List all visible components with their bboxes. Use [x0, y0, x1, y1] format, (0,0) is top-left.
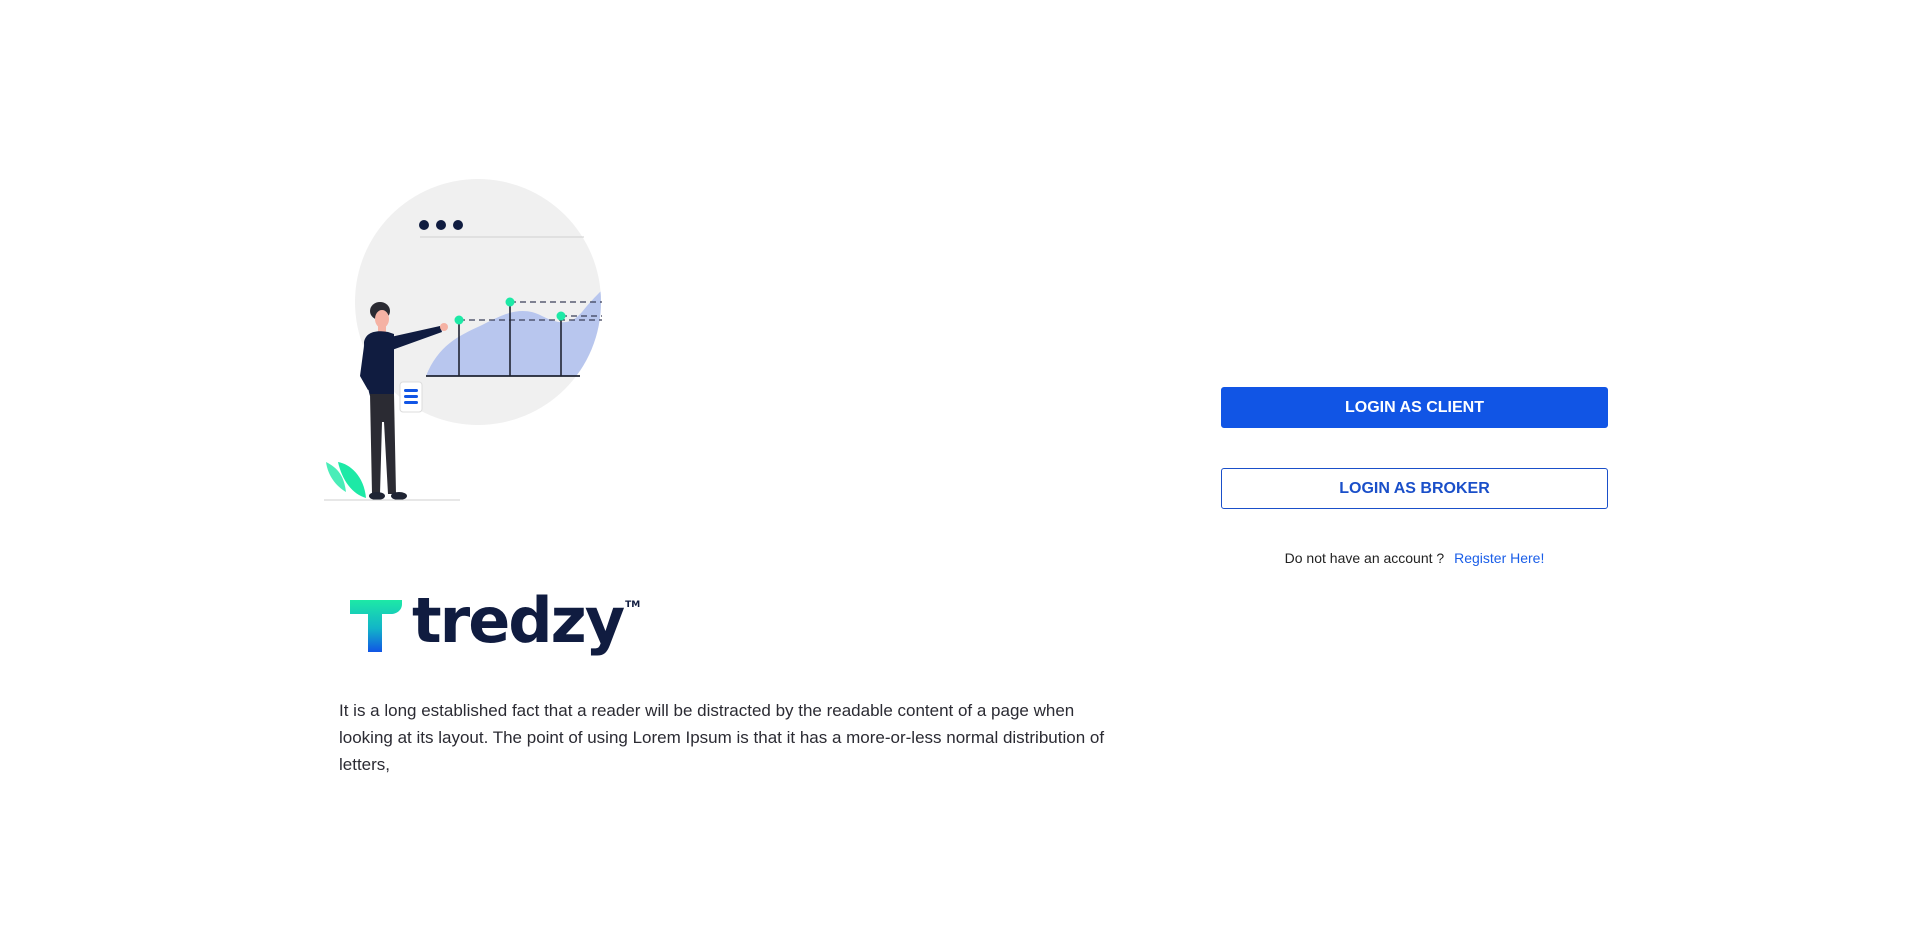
register-prompt: Do not have an account ?	[1284, 550, 1445, 566]
login-page: tredzy TM It is a long established fact …	[0, 0, 1917, 949]
brand-logo: tredzy TM	[350, 586, 640, 656]
register-row: Do not have an account ? Register Here!	[1221, 550, 1608, 566]
data-point	[505, 297, 515, 307]
data-point	[454, 315, 464, 325]
logo-t-icon	[350, 600, 402, 652]
login-client-button[interactable]: LOGIN AS CLIENT	[1221, 387, 1608, 428]
presentation-illustration	[324, 179, 602, 501]
intro-description: It is a long established fact that a rea…	[339, 701, 1105, 774]
login-broker-button[interactable]: LOGIN AS BROKER	[1221, 468, 1608, 509]
dot-icon	[436, 220, 446, 230]
register-link[interactable]: Register Here!	[1454, 550, 1544, 566]
auth-panel: LOGIN AS CLIENT LOGIN AS BROKER Do not h…	[1221, 387, 1608, 566]
data-point	[556, 311, 566, 321]
dot-icon	[453, 220, 463, 230]
brand-name: tredzy	[412, 584, 625, 657]
trademark-mark: TM	[625, 600, 641, 610]
dot-icon	[419, 220, 429, 230]
